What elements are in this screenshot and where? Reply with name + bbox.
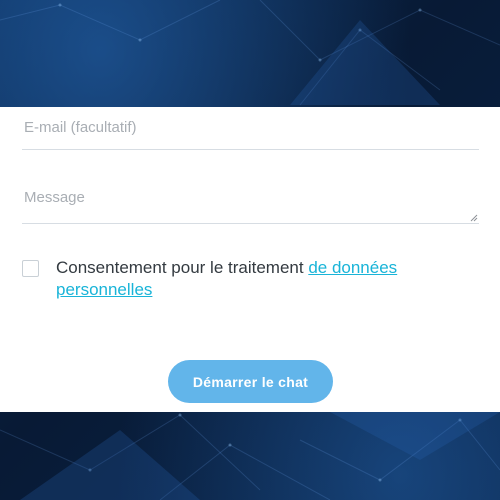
consent-text: Consentement pour le traitement <box>56 258 309 277</box>
start-chat-button[interactable]: Démarrer le chat <box>168 360 333 403</box>
resize-grip-icon[interactable] <box>470 214 478 222</box>
chat-form-panel: Consentement pour le traitement de donné… <box>0 107 500 412</box>
message-input[interactable] <box>22 183 479 219</box>
email-field-wrapper <box>22 117 479 150</box>
message-field-wrapper <box>22 183 479 224</box>
email-input[interactable] <box>22 117 479 139</box>
consent-checkbox[interactable] <box>22 260 39 277</box>
consent-label: Consentement pour le traitement de donné… <box>56 257 456 301</box>
